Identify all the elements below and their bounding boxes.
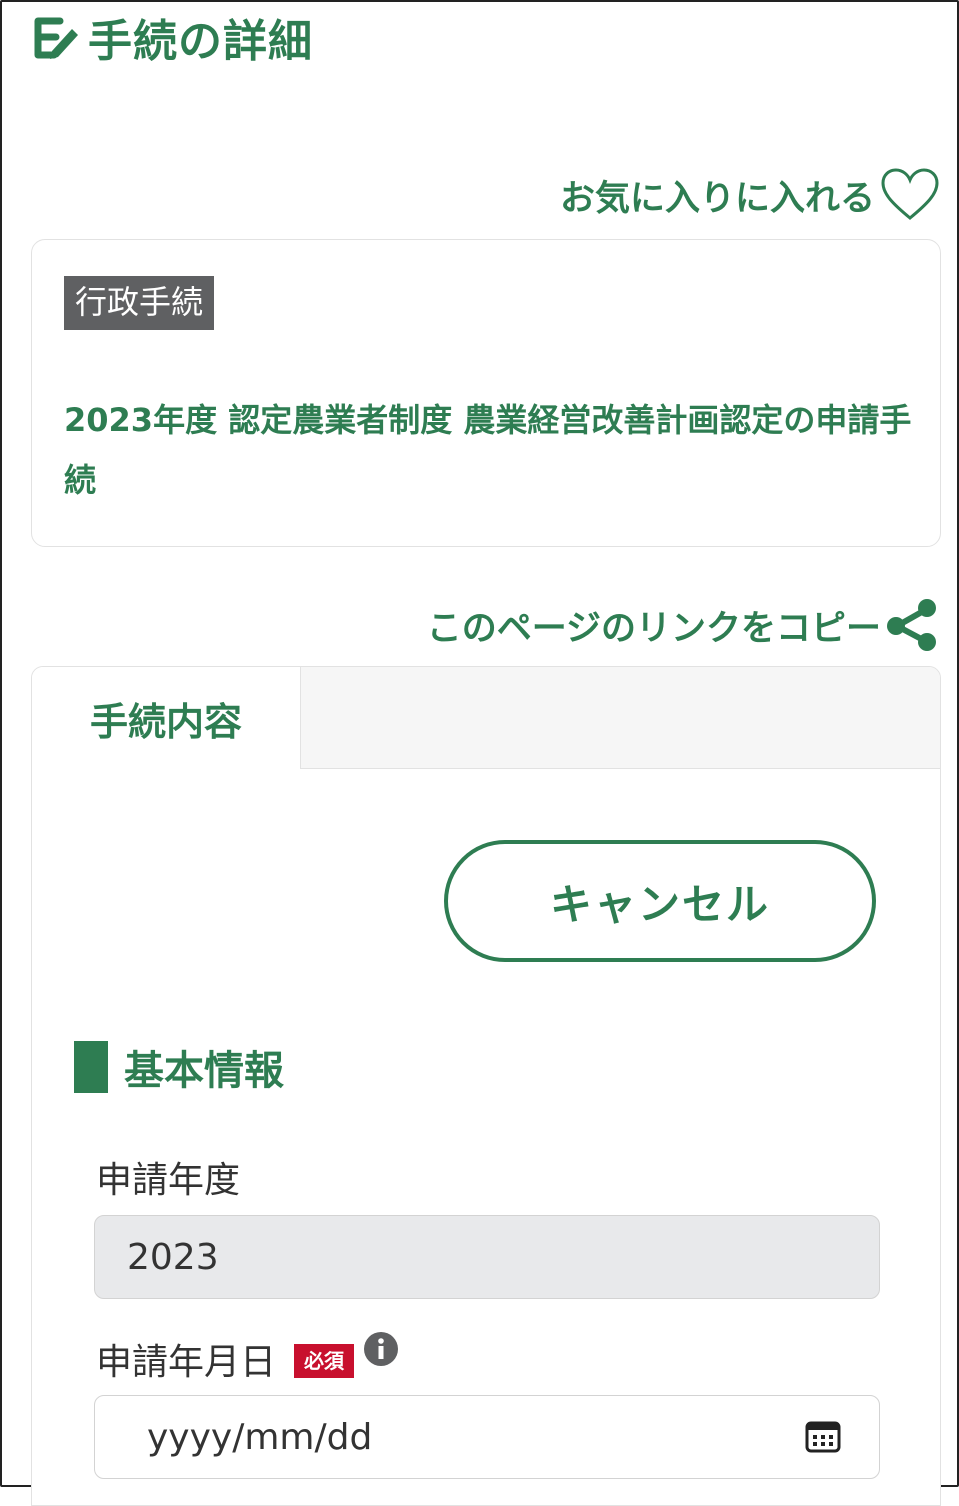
heading-bar [74,1041,108,1093]
favorite-label: お気に入りに入れる [559,178,875,219]
application-year-field: 2023 [94,1215,880,1299]
category-badge: 行政手続 [64,276,215,330]
page-title: 手続の詳細 [88,16,313,67]
required-badge: 必須 [294,1344,355,1378]
favorite-button[interactable]: お気に入りに入れる [560,166,941,224]
procedure-title: 2023年度 認定農業者制度 農業経営改善計画認定の申請手続 [64,401,912,499]
date-placeholder: yyyy/mm/dd [147,1416,373,1458]
application-year-label: 申請年度 [96,1160,241,1201]
procedure-icon [34,17,78,59]
copy-link-button[interactable]: このページのリンクをコピー [427,596,941,654]
tab-procedure-content[interactable]: 手続内容 [32,667,301,769]
procedure-card: 行政手続 2023年度 認定農業者制度 農業経営改善計画認定の申請手続 [31,239,941,547]
calendar-icon[interactable] [803,1416,843,1456]
tab-bar: 手続内容 [32,667,940,769]
application-date-label: 申請年月日 [96,1342,277,1383]
copy-link-label: このページのリンクをコピー [426,608,881,649]
application-date-input[interactable]: yyyy/mm/dd [94,1395,880,1479]
application-date-label-row: 申請年月日 必須 [96,1330,400,1385]
tabs-panel: 手続内容 キャンセル 基本情報 申請年度 2023 申請年月日 必須 yyyy/… [31,666,941,1506]
cancel-button[interactable]: キャンセル [444,840,876,962]
share-icon [887,599,936,651]
info-icon[interactable] [362,1330,400,1368]
heart-icon [881,168,939,220]
page-header: 手続の詳細 [30,4,313,70]
section-heading-basic-info: 基本情報 [74,1037,284,1097]
section-heading-label: 基本情報 [124,1048,284,1094]
